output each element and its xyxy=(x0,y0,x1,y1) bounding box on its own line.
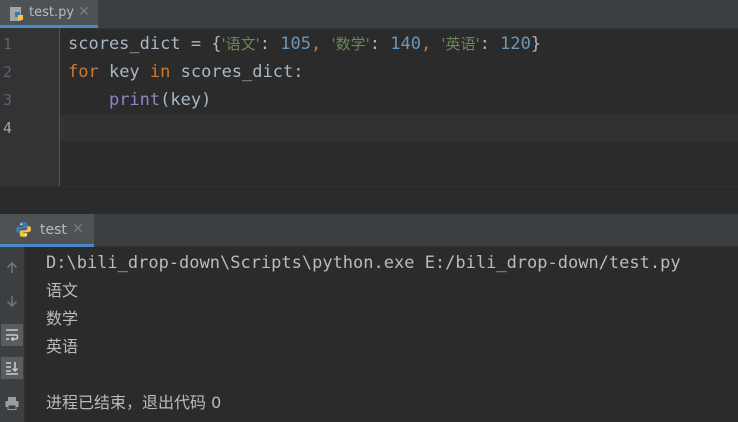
builtin-function: print xyxy=(108,90,161,110)
code-line-2[interactable]: for key in scores_dict: xyxy=(68,58,303,86)
string-literal: '英语' xyxy=(441,35,480,53)
soft-wrap-icon[interactable] xyxy=(1,324,23,346)
punctuation: : xyxy=(369,34,391,54)
run-tab-test[interactable]: test ✕ xyxy=(0,214,94,247)
line-number: 4 xyxy=(3,119,13,137)
arguments: (key) xyxy=(160,90,212,110)
operator: = { xyxy=(180,34,222,54)
console-output-line: 语文 xyxy=(46,281,79,300)
identifier: key xyxy=(98,62,150,82)
close-icon[interactable]: ✕ xyxy=(78,4,90,20)
string-literal: '语文' xyxy=(221,35,260,53)
python-file-icon xyxy=(10,7,23,21)
console-exit-message: 进程已结束，退出代码 0 xyxy=(46,393,222,412)
close-icon[interactable]: ✕ xyxy=(72,221,84,237)
console-output-line: 英语 xyxy=(46,337,79,356)
scroll-to-end-icon[interactable] xyxy=(1,357,23,379)
editor-tab-test-py[interactable]: test.py ✕ xyxy=(0,0,98,28)
punctuation: : xyxy=(479,34,501,54)
punctuation: , xyxy=(420,34,442,54)
code-line-1[interactable]: scores_dict = {'语文': 105, '数学': 140, '英语… xyxy=(68,30,541,58)
down-arrow-icon[interactable] xyxy=(1,290,23,312)
line-number: 1 xyxy=(3,35,13,53)
editor-tab-bar: test.py ✕ xyxy=(0,0,738,29)
current-line-highlight xyxy=(60,114,738,142)
punctuation: : xyxy=(259,34,281,54)
editor-tab-label: test.py xyxy=(29,5,75,20)
python-run-icon xyxy=(16,222,31,237)
number-literal: 120 xyxy=(500,34,531,54)
line-number: 3 xyxy=(3,91,13,109)
number-literal: 105 xyxy=(280,34,311,54)
panel-separator xyxy=(0,186,738,215)
string-literal: '数学' xyxy=(331,35,370,53)
keyword: in xyxy=(149,62,171,82)
identifier: scores_dict: xyxy=(170,62,304,82)
console-command-line: D:\bili_drop-down\Scripts\python.exe E:/… xyxy=(46,253,681,273)
punctuation: , xyxy=(311,34,332,54)
run-tab-bar: test ✕ xyxy=(0,214,738,247)
print-icon[interactable] xyxy=(1,392,23,414)
up-arrow-icon[interactable] xyxy=(1,257,23,279)
run-tab-label: test xyxy=(40,222,67,238)
run-console[interactable]: D:\bili_drop-down\Scripts\python.exe E:/… xyxy=(25,247,738,422)
punctuation: } xyxy=(530,34,542,54)
number-literal: 140 xyxy=(390,34,421,54)
console-output-line: 数学 xyxy=(46,309,79,328)
line-number-gutter: 1 2 3 4 xyxy=(0,29,60,186)
keyword: for xyxy=(68,62,99,82)
identifier: scores_dict xyxy=(68,34,181,54)
code-editor[interactable]: 1 2 3 4 scores_dict = {'语文': 105, '数学': … xyxy=(0,29,738,186)
run-toolbar xyxy=(0,247,25,422)
line-number: 2 xyxy=(3,63,13,81)
code-line-3[interactable]: print(key) xyxy=(68,86,211,114)
